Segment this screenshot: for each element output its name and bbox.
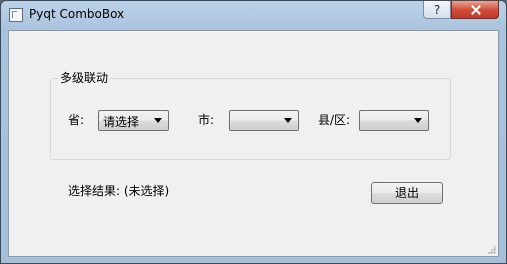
exit-button[interactable]: 退出 <box>371 182 443 204</box>
selection-result-text: 选择结果: (未选择) <box>68 184 170 198</box>
window-title: Pyqt ComboBox <box>29 7 125 21</box>
app-window-icon <box>9 8 23 22</box>
county-combobox[interactable] <box>359 110 429 131</box>
client-area: 多级联动 省: 请选择 市: 县/区: 选择结果: (未选择) 退出 <box>8 30 499 257</box>
chevron-down-icon <box>154 118 162 123</box>
title-bar[interactable]: Pyqt ComboBox ? <box>1 1 506 29</box>
chevron-down-icon <box>284 118 292 123</box>
city-label: 市: <box>198 113 215 127</box>
help-button[interactable]: ? <box>423 1 451 19</box>
app-window: Pyqt ComboBox ? 多级联动 省: 请选择 市: 县/区: 选择结果… <box>0 0 507 264</box>
province-combobox[interactable]: 请选择 <box>98 110 169 131</box>
province-combobox-value: 请选择 <box>103 115 140 129</box>
chevron-down-icon <box>414 118 422 123</box>
resize-grip-icon[interactable] <box>487 245 496 254</box>
groupbox-title: 多级联动 <box>58 69 111 86</box>
province-label: 省: <box>68 113 85 127</box>
city-combobox[interactable] <box>229 110 299 131</box>
close-button[interactable] <box>451 1 499 19</box>
county-label: 县/区: <box>318 113 351 127</box>
